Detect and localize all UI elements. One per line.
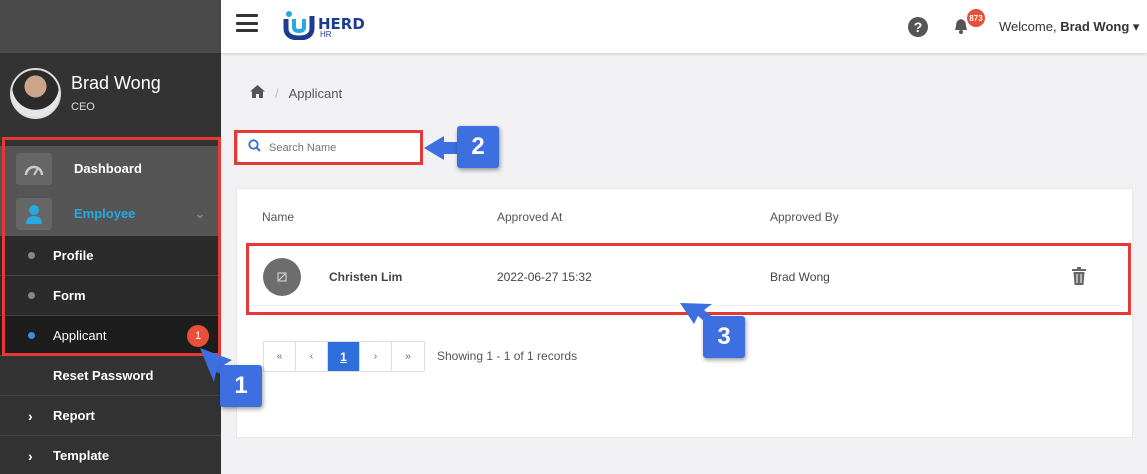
annotation-callout-3: 3 [703,316,745,358]
annotation-callout-2: 2 [457,126,499,168]
annotation-callout-1: 1 [220,365,262,407]
arrow-2 [424,136,458,160]
annotation-arrows [200,136,716,382]
